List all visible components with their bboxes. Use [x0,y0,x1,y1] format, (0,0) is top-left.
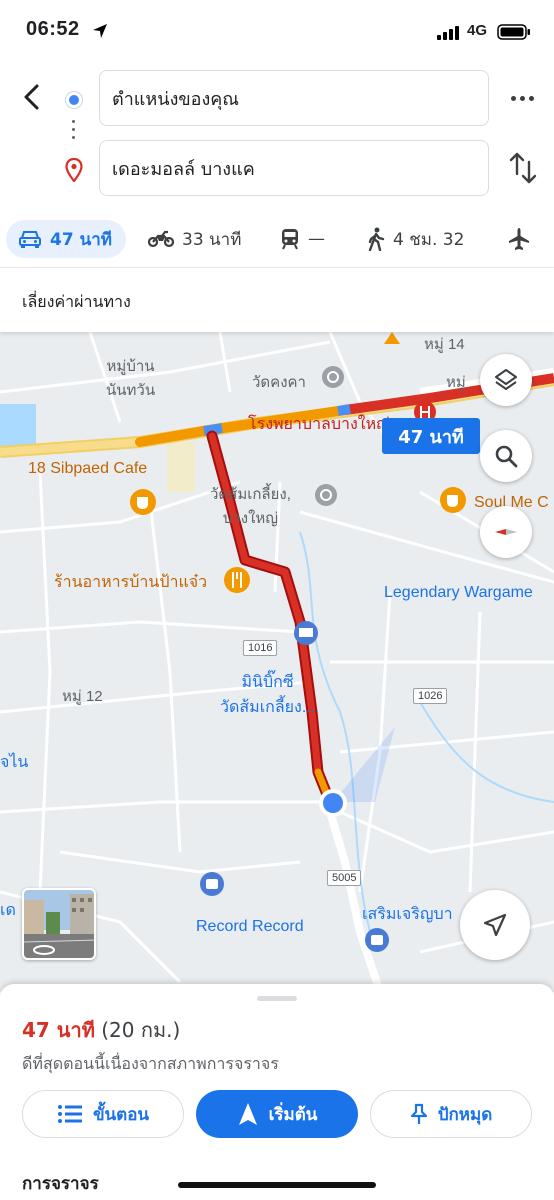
map-label-wat-som: วัดส้มเกลี้ยง, บางใหญ่ [210,486,291,527]
map-label-record: Record Record [196,918,304,935]
map-label-hospital: โรงพยาบาลบางใหญ่ [248,416,390,433]
tab-drive-label: 47 นาที [50,229,112,250]
tab-drive[interactable]: 47 นาที [6,220,126,258]
search-icon [495,445,518,468]
airplane-icon [509,228,529,250]
cellular-signal-icon [437,26,459,40]
map-label-restaurant: ร้านอาหารบ้านป้าแจ๋ว [54,574,208,591]
map-label-left: จไน [0,754,29,771]
map-label-moo-right: หมู่ [446,374,466,391]
network-type: 4G [467,22,488,39]
location-arrow-icon [93,24,107,38]
tab-flight[interactable] [507,220,539,258]
destination-pin-icon [65,158,83,182]
road-number-5005: 5005 [327,870,362,886]
map-label-moo14: หมู่ 14 [424,336,465,353]
compass-button[interactable] [480,506,532,558]
home-indicator[interactable] [178,1182,376,1188]
more-options-icon[interactable] [506,86,538,110]
route-note: ดีที่สุดตอนนี้เนื่องจากสภาพการจราจร [22,1054,279,1073]
street-view-thumbnail[interactable] [22,888,96,960]
map-label-village: หมู่บ้าน นันทวัน [106,358,156,399]
steps-button-label: ขั้นตอน [92,1104,150,1125]
route-time-callout[interactable]: 47 นาที [382,418,480,454]
origin-field[interactable]: ตำแหน่งของคุณ [99,70,489,126]
battery-icon [497,24,530,40]
street-view-image [24,890,94,958]
navigation-start-icon [238,1103,257,1125]
destination-field[interactable]: เดอะมอลล์ บางแค [99,140,489,196]
steps-button[interactable]: ขั้นตอน [22,1090,184,1138]
motorcycle-icon [148,230,174,248]
map-label-wat-khongkha: วัดคงคา [252,374,306,391]
directions-header: ตำแหน่งของคุณ เดอะมอลล์ บางแค [0,64,554,214]
map-label-left2: เด [0,902,16,919]
pin-button[interactable]: ปักหมุด [370,1090,532,1138]
map-label-cafe18: 18 Sibpaed Cafe [28,460,148,477]
layers-button[interactable] [480,354,532,406]
avoid-tolls-option[interactable]: เลี่ยงค่าผ่านทาง [22,290,131,315]
walking-icon [368,227,385,251]
car-icon [19,231,41,248]
start-button[interactable]: เริ่มต้น [196,1090,358,1138]
road-number-1026: 1026 [413,688,448,704]
tab-motorcycle[interactable]: 33 นาที [148,220,241,258]
tab-walk[interactable]: 4 ชม. 32 [367,220,464,258]
connector-dots-icon [72,120,76,144]
start-button-label: เริ่มต้น [268,1104,318,1125]
pin-button-label: ปักหมุด [437,1104,493,1125]
route-options-bar: เลี่ยงค่าผ่านทาง [0,268,554,332]
list-icon [57,1105,82,1123]
swap-icon[interactable] [508,150,538,186]
travel-mode-tabs: 47 นาที 33 นาที — 4 ชม. 32 [0,214,554,268]
layers-icon [495,369,517,390]
map-label-moo12: หมู่ 12 [62,688,103,705]
tab-transit-label: — [308,229,325,249]
pushpin-icon [410,1103,427,1124]
map-label-minibigc: มินิบิ๊กซี วัดส้มเกลี้ยง... [220,674,316,716]
compass-icon [495,529,517,535]
status-bar: 06:52 4G [0,0,554,64]
origin-dot-icon [66,92,82,108]
train-icon [282,229,298,250]
back-arrow-icon [24,84,39,110]
status-time: 06:52 [26,18,80,40]
tab-transit[interactable]: — [280,220,325,258]
road-number-1016: 1016 [243,640,278,656]
map-label-legendary: Legendary Wargame [384,584,533,601]
tab-walk-label: 4 ชม. 32 [393,229,465,250]
route-eta: 47 นาที (20 กม.) [22,1014,180,1046]
search-along-route-button[interactable] [480,430,532,482]
navigation-arrow-icon [483,913,507,937]
route-summary-sheet: 47 นาที (20 กม.) ดีที่สุดตอนนี้เนื่องจาก… [0,984,554,1200]
tab-motorcycle-label: 33 นาที [182,229,242,250]
traffic-heading: การจราจร [22,1174,99,1194]
map-label-serm: เสริมเจริญบา [362,906,453,923]
route-duration: 47 นาที [22,1018,95,1042]
back-button[interactable] [14,80,48,114]
map-view[interactable]: หมู่บ้าน นันทวัน วัดคงคา หมู่ 14 หมู่ โร… [0,332,554,992]
route-distance: (20 กม.) [101,1018,181,1042]
recenter-button[interactable] [460,890,530,960]
sheet-drag-handle[interactable] [257,996,297,1001]
